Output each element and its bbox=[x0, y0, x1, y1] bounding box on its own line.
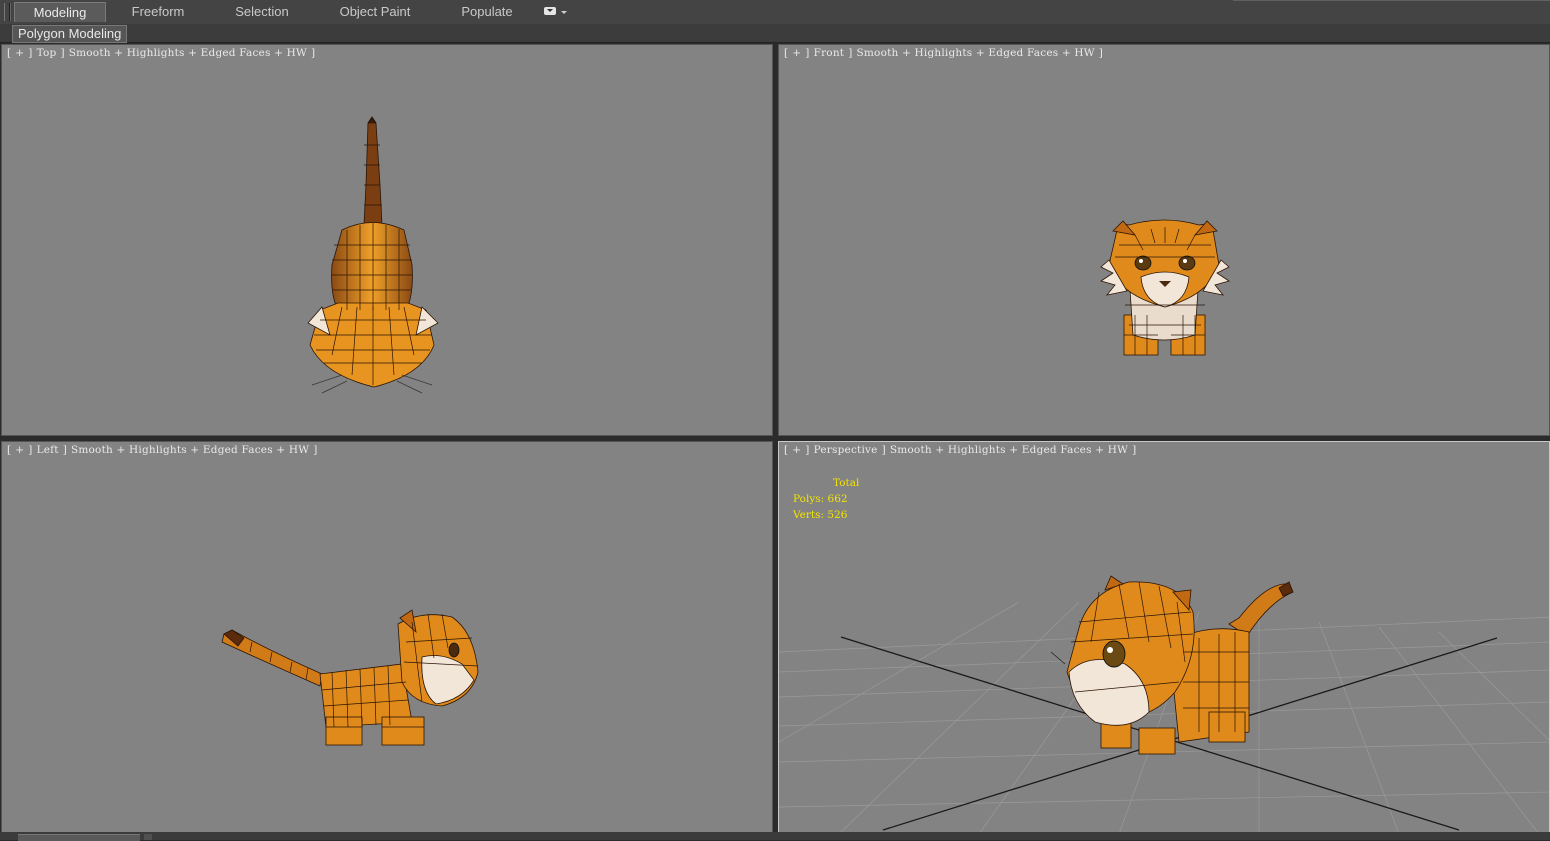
ribbon-grip-divider bbox=[10, 3, 11, 21]
ribbon-options-icon bbox=[544, 7, 556, 15]
viewport-shading-menu[interactable]: Smooth + Highlights + Edged Faces + HW bbox=[890, 444, 1128, 456]
time-slider-strip bbox=[0, 832, 1550, 841]
polygon-modeling-panel-button[interactable]: Polygon Modeling bbox=[12, 25, 128, 43]
label-bracket: ] bbox=[805, 444, 810, 456]
tab-freeform[interactable]: Freeform bbox=[118, 2, 198, 22]
tab-populate[interactable]: Populate bbox=[446, 2, 528, 22]
viewport-perspective[interactable]: [+] Perspective] Smooth + Highlights + Edg… bbox=[778, 441, 1550, 833]
label-bracket: ] bbox=[1132, 444, 1137, 456]
ribbon-divider bbox=[1233, 0, 1550, 1]
viewport-point-of-view-menu[interactable]: Perspective bbox=[814, 444, 878, 456]
viewport-perspective-label[interactable]: [+] Perspective] Smooth + Highlights + Edg… bbox=[784, 444, 1140, 456]
perspective-grid-and-tiger bbox=[779, 575, 1549, 832]
stats-polys: Polys: 662 bbox=[793, 493, 848, 505]
label-bracket: [ bbox=[784, 444, 789, 456]
tab-selection[interactable]: Selection bbox=[222, 2, 302, 22]
tiger-left-view bbox=[221, 609, 479, 746]
viewport-top[interactable]: [+] Top] Smooth + Highlights + Edged Faces… bbox=[1, 44, 773, 436]
viewport-left[interactable]: [+] Left] Smooth + Highlights + Edged Face… bbox=[1, 441, 773, 833]
ribbon-options-dropdown[interactable] bbox=[542, 5, 568, 19]
statistics-overlay: Total Polys: 662 Verts: 526 bbox=[793, 475, 859, 523]
viewport-menu-plus[interactable]: + bbox=[792, 444, 801, 456]
viewport-front[interactable]: [+] Front] Smooth + Highlights + Edged Fac… bbox=[778, 44, 1550, 436]
label-bracket: ] bbox=[881, 444, 886, 456]
tiger-front-view bbox=[1100, 219, 1230, 356]
stats-verts: Verts: 526 bbox=[793, 509, 848, 521]
time-slider-next-button[interactable] bbox=[144, 834, 152, 840]
stats-total-heading: Total bbox=[833, 477, 860, 489]
ribbon-panel-row: Polygon Modeling bbox=[0, 24, 1550, 43]
tiger-top-view bbox=[307, 116, 439, 394]
tab-object-paint[interactable]: Object Paint bbox=[330, 2, 420, 22]
ribbon-tabs-bar: Modeling Freeform Selection Object Paint… bbox=[0, 0, 1550, 25]
chevron-down-icon bbox=[561, 11, 567, 14]
tab-modeling[interactable]: Modeling bbox=[14, 2, 106, 22]
